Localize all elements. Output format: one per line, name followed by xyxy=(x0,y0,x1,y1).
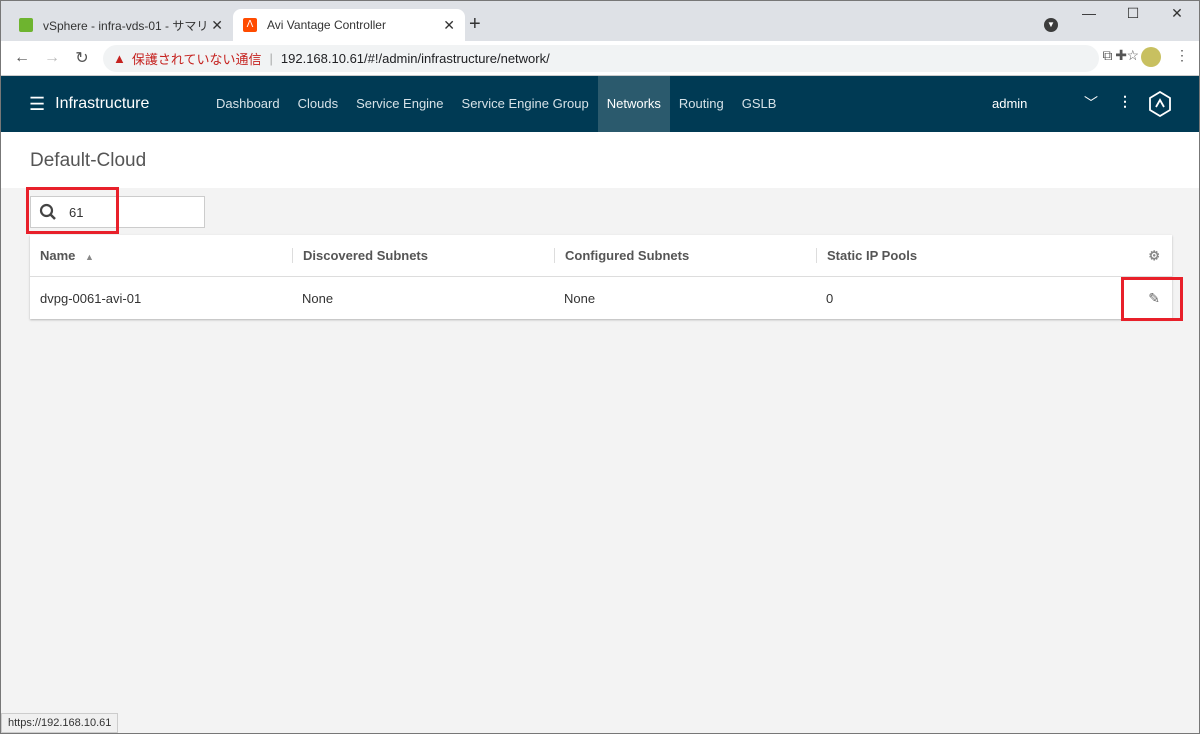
nav-menu: Dashboard Clouds Service Engine Service … xyxy=(207,76,785,132)
table-header: Name ▲ Discovered Subnets Configured Sub… xyxy=(30,235,1172,277)
avi-icon: Λ xyxy=(243,18,257,32)
status-bar-url: https://192.168.10.61 xyxy=(1,713,119,733)
column-header-static-ip-pools[interactable]: Static IP Pools xyxy=(816,248,1132,263)
column-header-name[interactable]: Name ▲ xyxy=(30,248,292,263)
profile-avatar[interactable] xyxy=(1141,47,1161,67)
new-tab-button[interactable]: + xyxy=(469,13,481,36)
column-header-discovered-subnets[interactable]: Discovered Subnets xyxy=(292,248,554,263)
security-label: 保護されていない通信 xyxy=(131,52,262,67)
cell-name: dvpg-0061-avi-01 xyxy=(40,290,142,306)
highlight-box xyxy=(26,187,119,234)
warning-icon: ▲ xyxy=(113,51,126,66)
nav-dashboard[interactable]: Dashboard xyxy=(207,76,289,132)
vsphere-icon xyxy=(19,18,33,32)
minimize-icon[interactable]: — xyxy=(1067,5,1111,22)
forward-icon[interactable]: → xyxy=(37,49,67,67)
url-host: 192.168.10.61 xyxy=(280,51,365,66)
reload-icon[interactable]: ↻ xyxy=(67,48,97,68)
hamburger-menu-icon[interactable]: ☰ xyxy=(29,94,45,115)
browser-tab-vsphere[interactable]: vSphere - infra-vds-01 - サマリ ✕ xyxy=(9,9,233,41)
close-tab-icon[interactable]: ✕ xyxy=(443,17,455,34)
gear-icon[interactable]: ⚙ xyxy=(1132,248,1172,264)
browser-tab-avi[interactable]: Λ Avi Vantage Controller ✕ xyxy=(233,9,465,41)
nav-clouds[interactable]: Clouds xyxy=(289,76,347,132)
avi-logo-icon[interactable] xyxy=(1149,91,1171,117)
close-tab-icon[interactable]: ✕ xyxy=(211,17,223,34)
divider: | xyxy=(269,51,273,66)
address-bar: ← → ↻ ▲ 保護されていない通信 | 192.168.10.61/#!/ad… xyxy=(1,41,1199,76)
nav-service-engine[interactable]: Service Engine xyxy=(347,76,452,132)
section-title: Infrastructure xyxy=(55,95,150,112)
nav-service-engine-group[interactable]: Service Engine Group xyxy=(453,76,598,132)
browser-tab-bar: vSphere - infra-vds-01 - サマリ ✕ Λ Avi Van… xyxy=(1,1,1199,41)
maximize-icon[interactable]: ☐ xyxy=(1111,5,1155,22)
tab-title: Avi Vantage Controller xyxy=(267,18,386,32)
page-title: Default-Cloud xyxy=(1,132,1199,188)
user-menu[interactable]: admin xyxy=(992,96,1027,111)
nav-gslb[interactable]: GSLB xyxy=(733,76,786,132)
extensions-icon[interactable]: ✚ xyxy=(1115,47,1127,67)
url-path: /#!/admin/infrastructure/network/ xyxy=(364,51,550,66)
cell-static-ip-pools: 0 xyxy=(826,290,834,306)
tab-title: vSphere - infra-vds-01 - サマリ xyxy=(43,18,209,33)
highlight-box xyxy=(1121,277,1183,321)
sort-asc-icon: ▲ xyxy=(85,252,94,262)
url-field[interactable]: ▲ 保護されていない通信 | 192.168.10.61/#!/admin/in… xyxy=(103,45,1099,72)
chevron-down-icon[interactable]: ﹀ xyxy=(1084,93,1098,113)
column-header-configured-subnets[interactable]: Configured Subnets xyxy=(554,248,816,263)
nav-routing[interactable]: Routing xyxy=(670,76,733,132)
cell-discovered-subnets: None xyxy=(302,290,334,306)
cell-configured-subnets: None xyxy=(564,290,596,306)
back-icon[interactable]: ← xyxy=(7,49,37,67)
more-options-icon[interactable]: ⋮ xyxy=(1118,93,1132,110)
translate-icon[interactable]: ⧉ xyxy=(1102,47,1112,64)
table-row[interactable]: dvpg-0061-avi-01 None None 0 ✎ xyxy=(30,277,1172,319)
tab-search-icon[interactable]: ▼ xyxy=(1044,18,1058,32)
close-window-icon[interactable]: ✕ xyxy=(1155,5,1199,22)
browser-menu-icon[interactable]: ⋮ xyxy=(1175,47,1189,67)
app-nav-bar: ☰ Infrastructure Dashboard Clouds Servic… xyxy=(1,76,1199,132)
networks-table: Name ▲ Discovered Subnets Configured Sub… xyxy=(30,235,1172,319)
nav-networks[interactable]: Networks xyxy=(597,76,670,132)
